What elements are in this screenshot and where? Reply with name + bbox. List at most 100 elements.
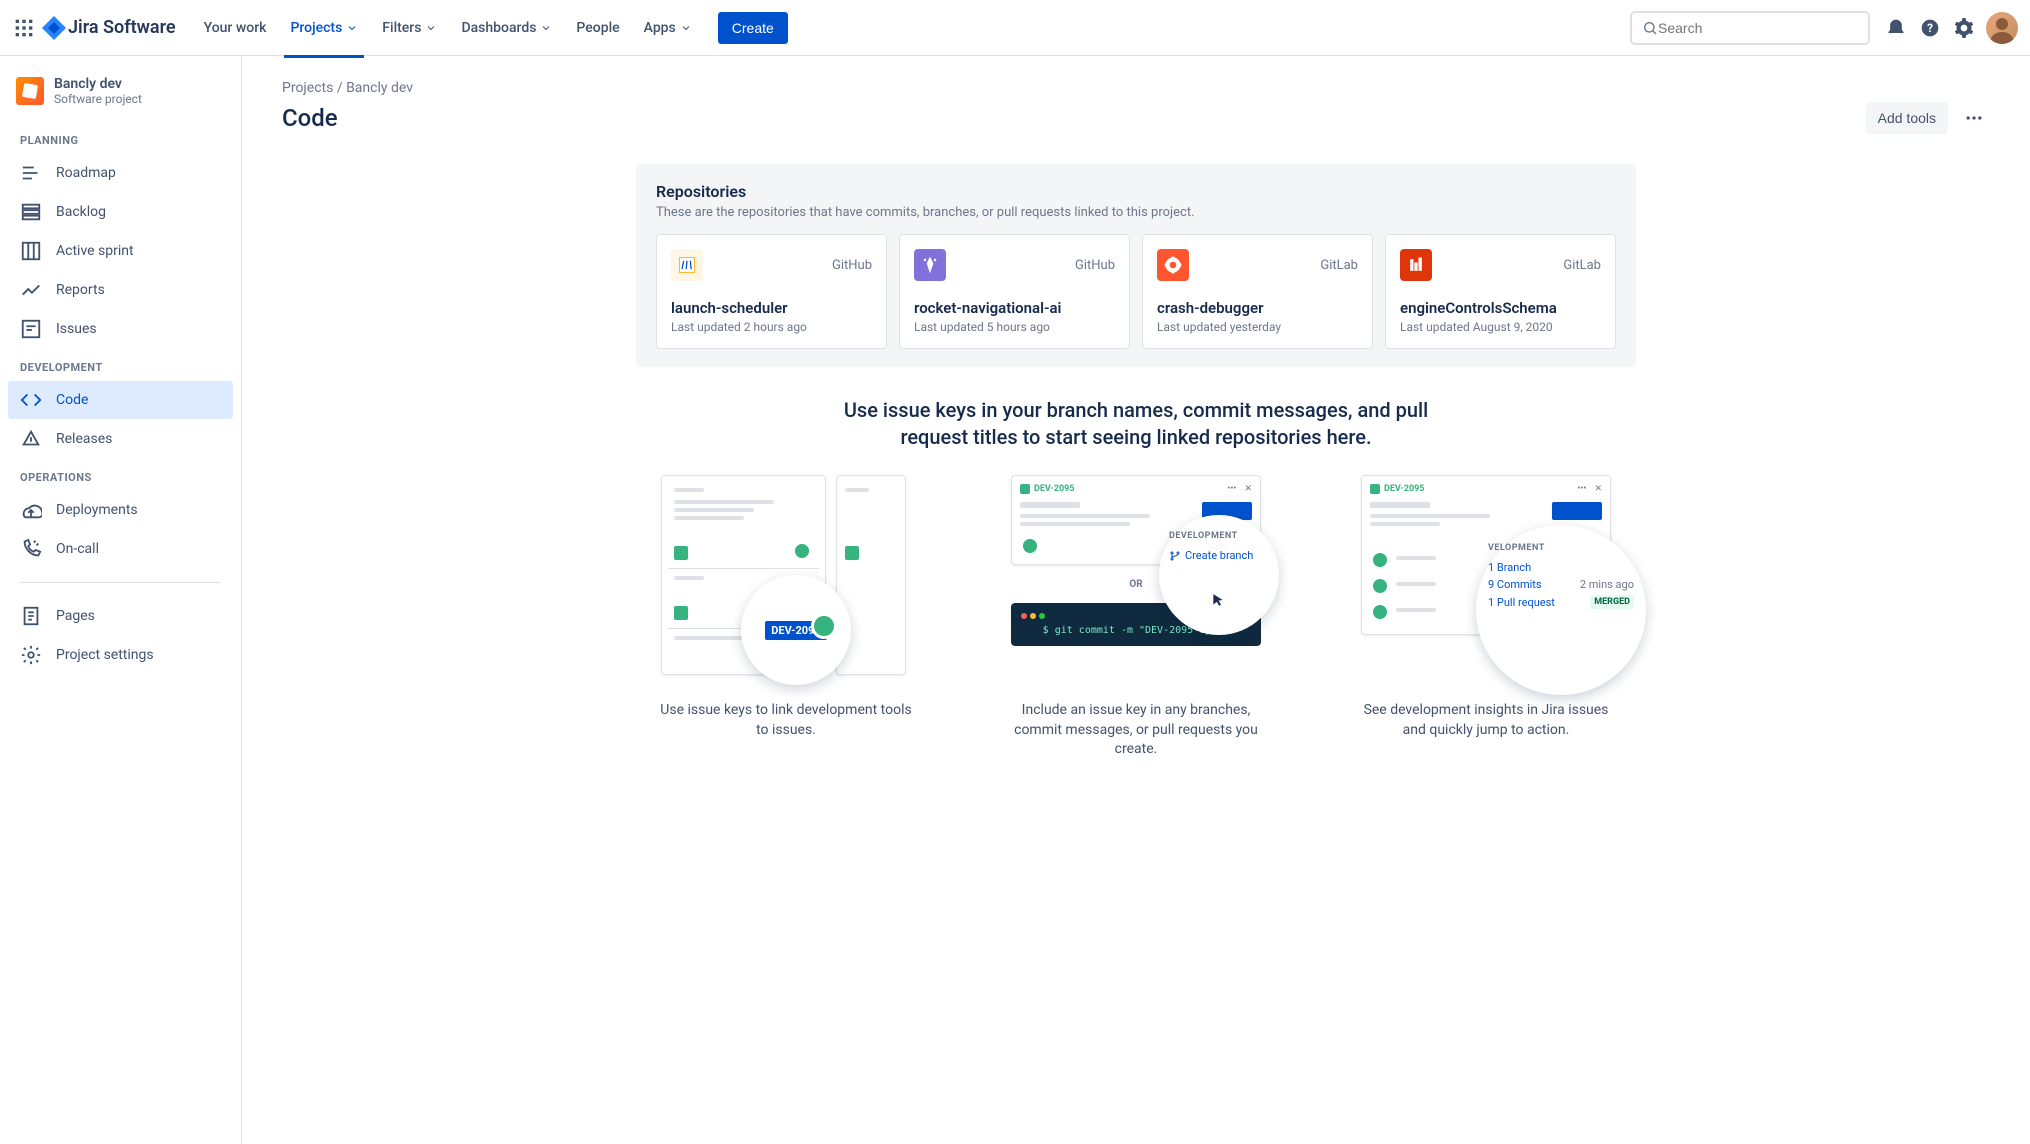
sidebar-item-backlog[interactable]: Backlog [8, 193, 233, 231]
repo-updated: Last updated 2 hours ago [671, 320, 872, 334]
repo-updated: Last updated yesterday [1157, 320, 1358, 334]
nav-items: Your work Projects Filters Dashboards Pe… [194, 12, 788, 44]
repo-icon [1157, 249, 1189, 281]
repo-card[interactable]: GitLab crash-debugger Last updated yeste… [1142, 234, 1373, 349]
repositories-panel: Repositories These are the repositories … [636, 164, 1636, 367]
chevron-down-icon [425, 22, 437, 34]
nav-dashboards[interactable]: Dashboards [451, 14, 562, 42]
repo-card[interactable]: GitHub rocket-navigational-ai Last updat… [899, 234, 1130, 349]
create-button[interactable]: Create [718, 12, 788, 44]
gear-icon [20, 644, 42, 666]
instructions-heading: Use issue keys in your branch names, com… [826, 397, 1446, 451]
search-icon [1642, 20, 1658, 36]
repo-icon [1400, 249, 1432, 281]
nav-people[interactable]: People [566, 14, 629, 42]
svg-text:?: ? [1927, 21, 1933, 35]
illustration-1: DEV-2095 [661, 475, 911, 685]
search-input[interactable] [1658, 20, 1858, 36]
page-title: Code [282, 104, 338, 132]
repo-name: launch-scheduler [671, 299, 872, 317]
breadcrumb-project[interactable]: Bancly dev [346, 80, 413, 96]
sidebar-divider [20, 582, 221, 583]
nav-filters[interactable]: Filters [372, 14, 447, 42]
cursor-icon [1211, 593, 1225, 607]
sidebar-item-active-sprint[interactable]: Active sprint [8, 232, 233, 270]
sidebar-item-deployments[interactable]: Deployments [8, 491, 233, 529]
repo-name: rocket-navigational-ai [914, 299, 1115, 317]
main-content: Projects / Bancly dev Code Add tools Rep… [242, 56, 2030, 1144]
user-avatar[interactable] [1986, 12, 2018, 44]
project-sidebar: Bancly dev Software project PLANNING Roa… [0, 56, 242, 1144]
sidebar-heading-operations: OPERATIONS [8, 459, 233, 490]
top-navigation: Jira Software Your work Projects Filters… [0, 0, 2030, 56]
nav-apps[interactable]: Apps [634, 14, 702, 42]
illustration-2: DEV-2095 ••• ✕ [1011, 475, 1261, 685]
repo-updated: Last updated August 9, 2020 [1400, 320, 1601, 334]
repositories-grid: GitHub launch-scheduler Last updated 2 h… [656, 234, 1616, 349]
sidebar-item-issues[interactable]: Issues [8, 310, 233, 348]
info-caption-2: Include an issue key in any branches, co… [1006, 701, 1266, 760]
sidebar-item-code[interactable]: Code [8, 381, 233, 419]
repo-card[interactable]: GitHub launch-scheduler Last updated 2 h… [656, 234, 887, 349]
repo-name: engineControlsSchema [1400, 299, 1601, 317]
info-card-1: DEV-2095 Use issue keys to link developm… [636, 475, 936, 760]
code-icon [20, 389, 42, 411]
breadcrumb: Projects / Bancly dev [282, 80, 1990, 96]
chevron-down-icon [680, 22, 692, 34]
repo-name: crash-debugger [1157, 299, 1358, 317]
issues-icon [20, 318, 42, 340]
project-icon [16, 77, 44, 105]
board-icon [20, 240, 42, 262]
roadmap-icon [20, 162, 42, 184]
chevron-down-icon [346, 22, 358, 34]
repo-provider: GitLab [1563, 258, 1601, 273]
sidebar-item-pages[interactable]: Pages [8, 597, 233, 635]
deployments-icon [20, 499, 42, 521]
chevron-down-icon [540, 22, 552, 34]
search-box[interactable] [1630, 11, 1870, 45]
more-actions-button[interactable] [1958, 102, 1990, 134]
repo-provider: GitLab [1320, 258, 1358, 273]
on-call-icon [20, 538, 42, 560]
sidebar-item-releases[interactable]: Releases [8, 420, 233, 458]
illustration-3: DEV-2095 ••• ✕ [1361, 475, 1611, 685]
add-tools-button[interactable]: Add tools [1866, 102, 1948, 134]
sidebar-heading-development: DEVELOPMENT [8, 349, 233, 380]
repo-provider: GitHub [1075, 258, 1115, 273]
sidebar-item-project-settings[interactable]: Project settings [8, 636, 233, 674]
project-name: Bancly dev [54, 76, 142, 92]
pages-icon [20, 605, 42, 627]
sidebar-item-reports[interactable]: Reports [8, 271, 233, 309]
backlog-icon [20, 201, 42, 223]
repo-updated: Last updated 5 hours ago [914, 320, 1115, 334]
notifications-icon[interactable] [1880, 12, 1912, 44]
info-card-2: DEV-2095 ••• ✕ [986, 475, 1286, 760]
help-icon[interactable]: ? [1914, 12, 1946, 44]
repo-card[interactable]: GitLab engineControlsSchema Last updated… [1385, 234, 1616, 349]
nav-your-work[interactable]: Your work [194, 14, 277, 42]
project-header[interactable]: Bancly dev Software project [8, 76, 233, 122]
repo-icon [914, 249, 946, 281]
breadcrumb-projects[interactable]: Projects [282, 80, 333, 96]
settings-icon[interactable] [1948, 12, 1980, 44]
repo-provider: GitHub [832, 258, 872, 273]
repo-icon [671, 249, 703, 281]
reports-icon [20, 279, 42, 301]
branch-icon [1169, 550, 1181, 562]
sidebar-item-roadmap[interactable]: Roadmap [8, 154, 233, 192]
instructions-section: Use issue keys in your branch names, com… [636, 397, 1636, 760]
more-icon [1964, 108, 1984, 128]
jira-logo[interactable]: Jira Software [42, 16, 176, 40]
logo-text: Jira Software [68, 17, 176, 38]
info-caption-1: Use issue keys to link development tools… [656, 701, 916, 740]
app-switcher-icon[interactable] [12, 16, 36, 40]
repositories-title: Repositories [656, 182, 1616, 201]
releases-icon [20, 428, 42, 450]
nav-projects[interactable]: Projects [280, 14, 368, 42]
info-caption-3: See development insights in Jira issues … [1356, 701, 1616, 740]
sidebar-item-on-call[interactable]: On-call [8, 530, 233, 568]
info-card-3: DEV-2095 ••• ✕ [1336, 475, 1636, 760]
sidebar-heading-planning: PLANNING [8, 122, 233, 153]
project-subtitle: Software project [54, 92, 142, 106]
repositories-subtitle: These are the repositories that have com… [656, 205, 1616, 220]
